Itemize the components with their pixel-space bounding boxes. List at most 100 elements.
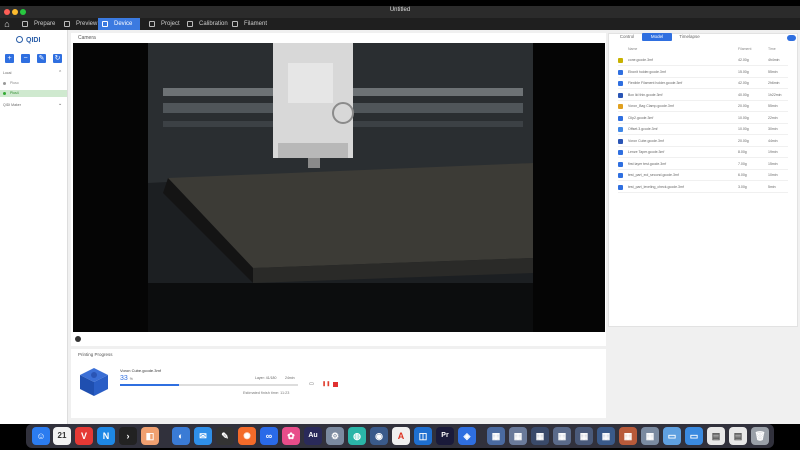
file-list-item[interactable]: Voron Cube.gcode.3mf 20.00g 44min [618, 136, 788, 147]
file-list-item[interactable]: test_part_leveling_check.gcode.3mf 3.00g 5… [618, 182, 788, 193]
photos-icon[interactable]: ✿ [282, 427, 300, 445]
downloads-folder-icon[interactable]: ▭ [663, 427, 681, 445]
mail-icon[interactable]: ✉ [194, 427, 212, 445]
edit-printer-button[interactable]: ✎ [37, 54, 46, 63]
home-icon[interactable]: ⌂ [2, 19, 12, 29]
tab-timelapse[interactable]: Timelapse [673, 33, 706, 41]
audition-icon[interactable]: Au [304, 427, 322, 445]
app-blue-icon[interactable]: ◐ [172, 427, 190, 445]
folder-apps2-icon[interactable]: ▦ [509, 427, 527, 445]
app-sun-icon[interactable]: ✺ [238, 427, 256, 445]
file-filament: 6.00g [738, 173, 747, 177]
tab-prepare[interactable]: Prepare [18, 18, 60, 30]
premiere-icon[interactable]: Pr [436, 427, 454, 445]
tab-device[interactable]: Device [98, 18, 140, 30]
file-list-item[interactable]: test_part_eol_second.gcode.3mf 6.00g 10min [618, 170, 788, 181]
file-list-item[interactable]: Offset.3.gcode.3mf 10.00g 30min [618, 124, 788, 135]
layer-count: Layer: 41/180 [255, 376, 277, 380]
prepare-icon [22, 21, 28, 27]
app-camera-icon[interactable]: ◉ [370, 427, 388, 445]
progress-bar-fill [120, 384, 179, 386]
folder-apps-icon[interactable]: ▦ [487, 427, 505, 445]
folder-apps5-icon[interactable]: ▦ [575, 427, 593, 445]
file-list-item[interactable]: Ebonit holder.gcode.3mf 15.00g 55min [618, 67, 788, 78]
app-grey-icon[interactable]: ⚙ [326, 427, 344, 445]
camera-play-button[interactable] [75, 336, 81, 342]
file-list-item[interactable]: Box lid thin.gcode.3mf 40.00g 1h22min [618, 90, 788, 101]
printer-item-selected[interactable]: Plus4 [0, 90, 67, 97]
qidi-studio-icon[interactable]: ◈ [458, 427, 476, 445]
file-list-item[interactable]: Voron_Bag Clamp.gcode.3mf 20.00g 55min [618, 101, 788, 112]
acrobat-icon[interactable]: A [392, 427, 410, 445]
file-list-item[interactable]: cone.gcode.3mf 42.00g 4h4min [618, 55, 788, 66]
file-list-item[interactable]: Lenze Taper.gcode.3mf 8.00g 19min [618, 147, 788, 158]
folder-apps8-icon[interactable]: ▦ [641, 427, 659, 445]
file-list-item[interactable]: Flexible Filament holder.gcode.3mf 42.00g… [618, 78, 788, 89]
folder-apps6-icon[interactable]: ▦ [597, 427, 615, 445]
stop-icon[interactable] [333, 382, 338, 387]
add-printer-button[interactable]: + [5, 54, 14, 63]
printer-name: Plus4 [10, 91, 19, 95]
main-menu-bar: ⌂ Prepare Preview Device Project Calibra… [0, 18, 800, 30]
folder-apps3-icon[interactable]: ▦ [531, 427, 549, 445]
printer-sidebar: QIDI + − ✎ ↻ Local ⌃ Pluso Plus4 QIDI Ma… [0, 30, 68, 424]
tab-preview[interactable]: Preview [60, 18, 98, 30]
column-name: Name [628, 47, 638, 51]
app-blue2-icon[interactable]: ◫ [414, 427, 432, 445]
refresh-button[interactable]: ↻ [53, 54, 62, 63]
document-icon[interactable]: ▤ [707, 427, 725, 445]
finder-icon[interactable]: ☺ [32, 427, 50, 445]
file-name: Flexible Filament holder.gcode.3mf [628, 81, 683, 85]
folder-apps7-icon[interactable]: ▦ [619, 427, 637, 445]
vivaldi-icon[interactable]: V [75, 427, 93, 445]
pause-icon[interactable]: ❚❚ [322, 382, 330, 387]
camera-image [73, 43, 605, 332]
folder-apps4-icon[interactable]: ▦ [553, 427, 571, 445]
app-dark-icon[interactable]: ✎ [216, 427, 234, 445]
terminal-icon[interactable]: › [119, 427, 137, 445]
file-filament: 10.00g [738, 127, 749, 131]
file-list-item[interactable]: Clip2.gcode.3mf 10.00g 22min [618, 113, 788, 124]
tab-calibration[interactable]: Calibration [183, 18, 233, 30]
progress-title: Printing Progress [78, 352, 113, 357]
group-qidi-maker-label: QIDI Maker [3, 103, 21, 107]
qidi-logo: QIDI [16, 36, 40, 44]
tab-label: Filament [244, 21, 268, 27]
logo-text: QIDI [26, 37, 41, 44]
model-thumbnail-icon [618, 161, 623, 167]
percent-value: 33 [120, 375, 128, 382]
calendar-icon[interactable]: 21 [53, 427, 71, 445]
tab-model[interactable]: Model [642, 33, 672, 41]
folder-icon[interactable]: ▭ [685, 427, 703, 445]
tab-label: Calibration [199, 21, 228, 27]
app-n-icon[interactable]: N [97, 427, 115, 445]
file-filament: 20.00g [738, 138, 749, 143]
model-thumbnail-icon [618, 81, 623, 86]
tab-filament[interactable]: Filament [228, 18, 268, 30]
right-tabs: Control Model Timelapse [608, 33, 706, 41]
remove-printer-button[interactable]: − [21, 54, 30, 63]
panel-toggle[interactable] [787, 35, 796, 41]
progress-percent: 33 % [120, 375, 133, 382]
file-time: 10min [768, 173, 778, 177]
document2-icon[interactable]: ▤ [729, 427, 747, 445]
camera-label: Camera [78, 35, 96, 41]
file-name: first layer test.gcode.3mf [628, 161, 667, 166]
tab-control[interactable]: Control [612, 33, 642, 41]
file-name: Voron Cube.gcode.3mf [628, 138, 664, 143]
title-bar: Untitled [0, 6, 800, 18]
trash-icon[interactable]: 🗑 [751, 427, 769, 445]
file-time: 22min [768, 115, 778, 120]
file-filament: 40.00g [738, 92, 749, 97]
file-name: Voron_Bag Clamp.gcode.3mf [628, 104, 674, 108]
app-infinity-icon[interactable]: ∞ [260, 427, 278, 445]
app-teal-icon[interactable]: ◍ [348, 427, 366, 445]
app-orange-icon[interactable]: ◧ [141, 427, 159, 445]
printer-item[interactable]: Pluso [0, 80, 67, 87]
file-list-item[interactable]: first layer test.gcode.3mf 7.00g 15min [618, 159, 788, 170]
chevron-down-icon[interactable]: ⌄ [58, 101, 62, 107]
column-time: Time [768, 47, 776, 51]
tab-project[interactable]: Project [145, 18, 183, 30]
chevron-up-icon[interactable]: ⌃ [58, 70, 62, 76]
camera-snapshot-icon[interactable]: ▭ [309, 382, 314, 387]
